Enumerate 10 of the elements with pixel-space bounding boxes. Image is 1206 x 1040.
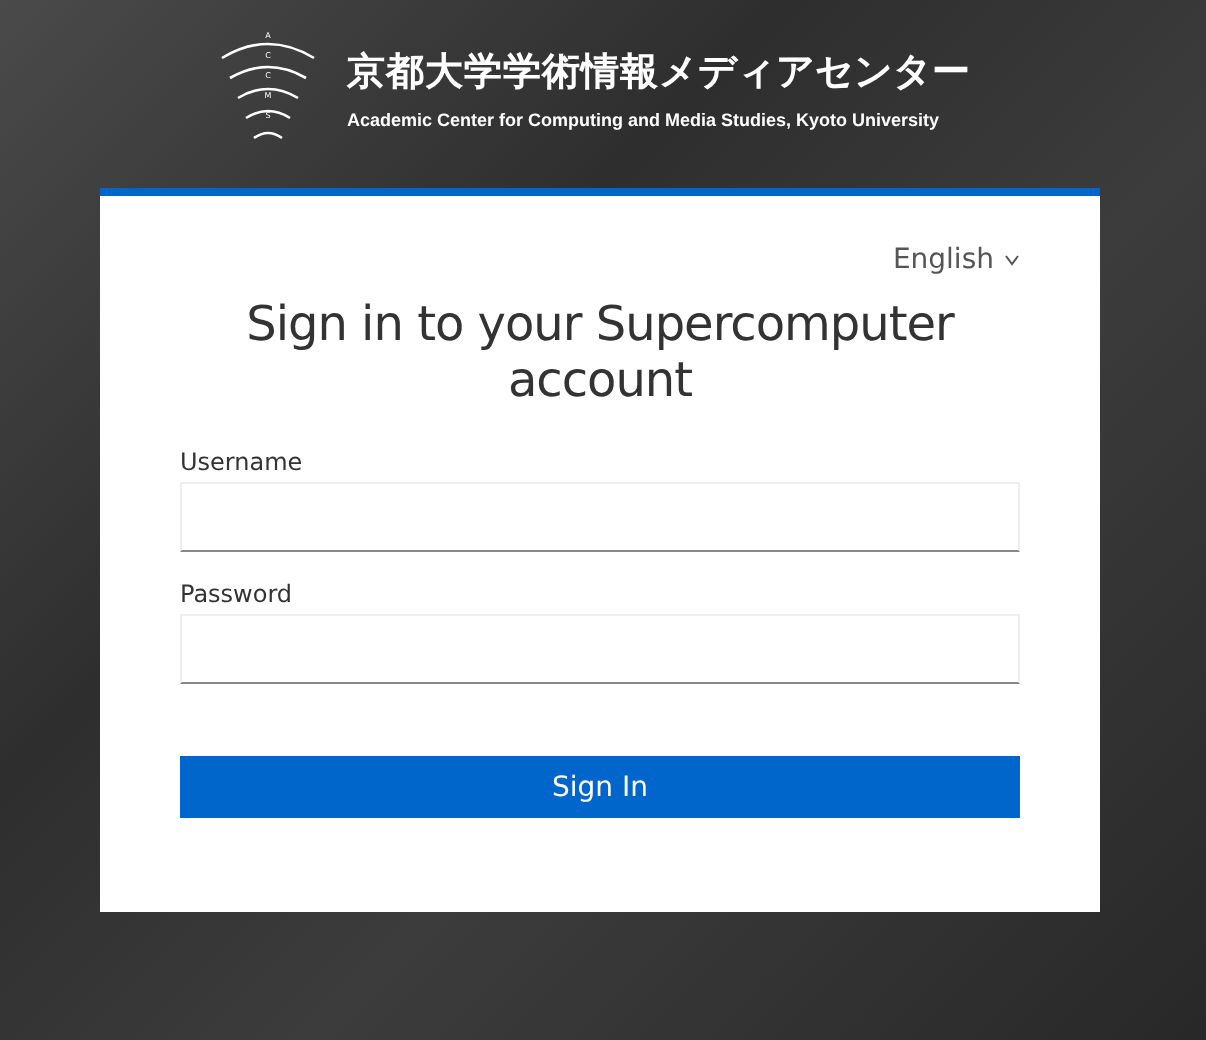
field-label: Username: [180, 448, 305, 476]
center-subtitle: Academic Center for Computing and Media Studies, Kyoto University: [347, 110, 942, 130]
sign-in-button[interactable]: Sign In: [180, 756, 1020, 818]
language-selector[interactable]: English: [892, 244, 1020, 276]
center-name: 京都大学学術情報メディアセンター: [347, 48, 971, 98]
field-label: Password: [180, 580, 295, 608]
input-field[interactable]: [180, 614, 1020, 684]
input-field[interactable]: [180, 482, 1020, 552]
login-title: Sign in to your Supercomputer account: [244, 296, 957, 408]
caret-icon: [1004, 254, 1020, 266]
